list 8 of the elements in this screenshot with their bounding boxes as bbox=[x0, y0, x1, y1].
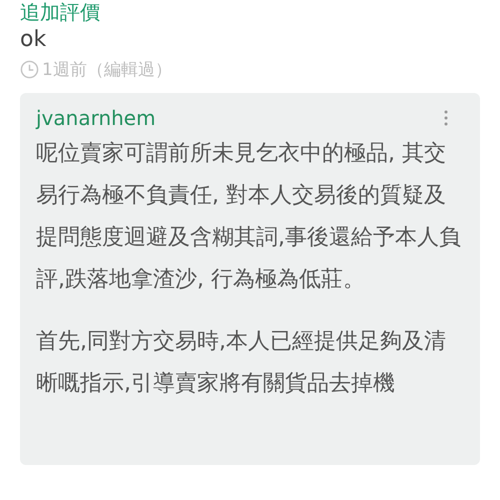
more-options-icon[interactable] bbox=[444, 110, 448, 126]
review-paragraph: 首先,同對方交易時,本人已經提供足夠及清晰嘅指示,引導賣家將有關貨品去掉機 bbox=[36, 328, 447, 398]
review-paragraph: 呢位賣家可謂前所未見乞衣中的極品, 其交易行為極不負責任, 對本人交易後的質疑及提問態度迴避及含糊其詞,事後還給予本人負評,跌落地拿渣沙, 行為極為低莊。 bbox=[36, 140, 462, 294]
username: jvanarnhem bbox=[36, 105, 156, 131]
section-title: 追加評價 bbox=[20, 0, 101, 24]
comment-text: ok bbox=[20, 26, 48, 54]
clock-icon bbox=[20, 60, 39, 79]
timestamp: 1週前（編輯過） bbox=[42, 59, 172, 81]
